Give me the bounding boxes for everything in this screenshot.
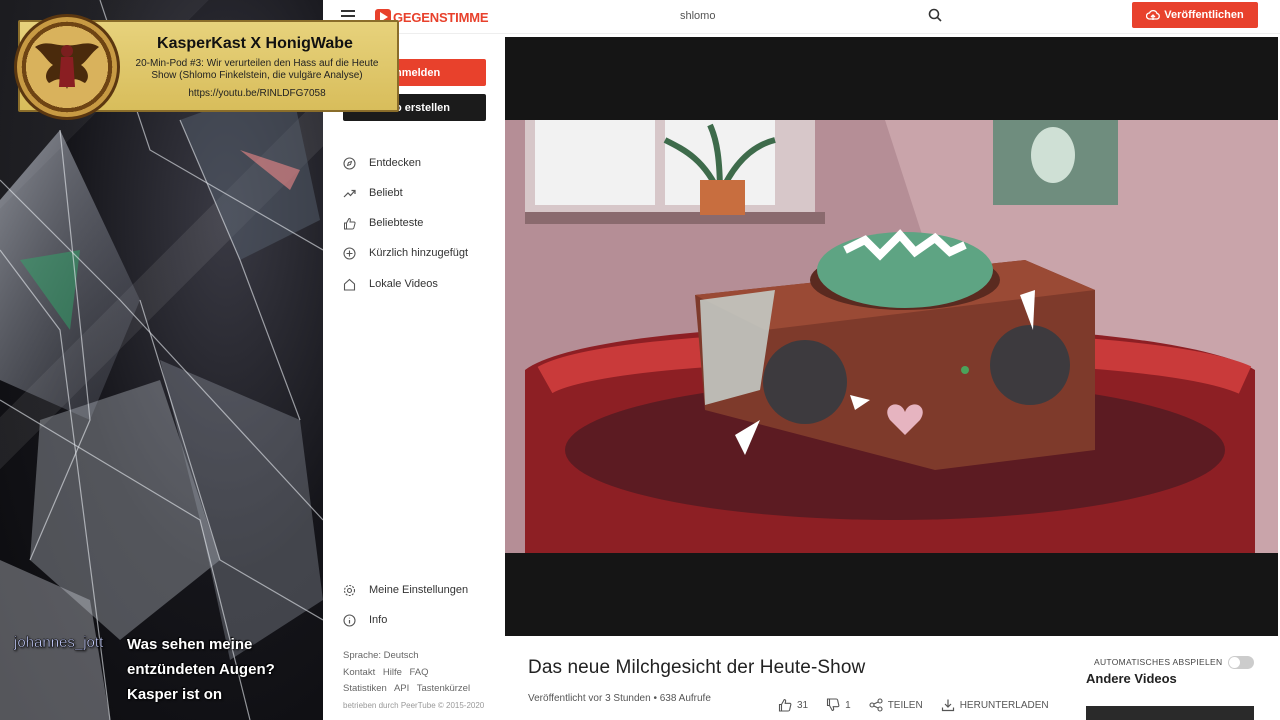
api-link[interactable]: API — [394, 683, 409, 694]
video-title: Das neue Milchgesicht der Heute-Show — [528, 657, 866, 678]
compass-icon — [343, 156, 356, 170]
sidebar-footer: Sprache: Deutsch Kontakt Hilfe FAQ Stati… — [343, 648, 484, 714]
share-button[interactable]: TEILEN — [869, 698, 923, 712]
chat-message: Was sehen meine entzündeten Augen? Kaspe… — [127, 636, 275, 703]
sidebar-item-local-videos[interactable]: Lokale Videos — [343, 275, 438, 293]
peertube-page: GEGENSTIMME Veröffentlichen nmelden o er… — [323, 0, 1280, 720]
sidebar-item-label: Lokale Videos — [369, 278, 438, 290]
search-input[interactable] — [668, 4, 948, 28]
share-icon — [869, 698, 883, 712]
thumbs-up-icon — [778, 698, 792, 712]
home-icon — [343, 278, 356, 291]
share-label: TEILEN — [887, 699, 923, 711]
download-icon — [941, 699, 954, 712]
plus-circle-icon — [343, 246, 356, 260]
powered-by-text: betrieben durch PeerTube © 2015-2020 — [343, 700, 485, 710]
sidebar-item-discover[interactable]: Entdecken — [343, 154, 421, 172]
dislike-button[interactable]: 1 — [826, 698, 851, 712]
sidebar-item-label: Info — [369, 614, 388, 626]
sidebar-item-trending[interactable]: Beliebt — [343, 184, 403, 202]
search-icon[interactable] — [928, 8, 942, 22]
faq-link[interactable]: FAQ — [410, 667, 429, 678]
recommended-video-thumbnail[interactable] — [1086, 706, 1254, 720]
eagle-emblem-icon — [35, 43, 99, 89]
video-meta: Veröffentlicht vor 3 Stunden • 638 Aufru… — [528, 693, 711, 704]
sidebar-item-label: Kürzlich hinzugefügt — [369, 247, 469, 259]
help-link[interactable]: Hilfe — [383, 667, 402, 678]
sidebar-item-label: Entdecken — [369, 157, 421, 169]
language-link[interactable]: Sprache: Deutsch — [343, 648, 484, 665]
eris-seal-logo — [14, 14, 120, 120]
cloud-upload-icon — [1146, 9, 1161, 20]
top-bar: GEGENSTIMME Veröffentlichen — [323, 0, 1280, 34]
info-icon — [343, 613, 356, 627]
thumbs-up-icon — [344, 217, 356, 229]
login-label: nmelden — [395, 66, 441, 79]
like-button[interactable]: 31 — [778, 698, 808, 712]
contact-link[interactable]: Kontakt — [343, 667, 375, 678]
sidebar-item-label: Beliebteste — [369, 217, 424, 229]
create-account-label: o erstellen — [395, 101, 451, 114]
autoplay-toggle[interactable] — [1228, 656, 1254, 669]
banner-url: https://youtu.be/RINLDFG7058 — [188, 88, 326, 99]
banner-title: KasperKast X HonigWabe — [157, 35, 353, 52]
sidebar: nmelden o erstellen Entdecken Beliebt Be… — [323, 34, 505, 720]
like-count: 31 — [797, 699, 809, 711]
trending-icon — [343, 189, 356, 197]
download-button[interactable]: HERUNTERLADEN — [941, 698, 1049, 712]
logo-text: GEGENSTIMME — [393, 9, 489, 25]
sidebar-item-most-liked[interactable]: Beliebteste — [343, 214, 423, 232]
download-label: HERUNTERLADEN — [959, 699, 1049, 711]
publish-button[interactable]: Veröffentlichen — [1132, 2, 1258, 28]
sidebar-item-label: Beliebt — [369, 187, 403, 199]
thumbs-down-icon — [827, 698, 840, 712]
autoplay-label: AUTOMATISCHES ABSPIELEN — [1094, 657, 1223, 667]
video-frame-image — [505, 120, 1278, 553]
sidebar-item-label: Meine Einstellungen — [369, 584, 469, 596]
publish-label: Veröffentlichen — [1164, 9, 1244, 21]
video-player[interactable] — [505, 37, 1278, 636]
video-actions: 31 1 TEILEN HERUNTERLADEN — [778, 698, 1049, 712]
settings-icon — [343, 584, 356, 596]
chat-username: johannes_jott — [14, 634, 104, 651]
shortcuts-link[interactable]: Tastenkürzel — [417, 683, 470, 694]
sidebar-item-info[interactable]: Info — [343, 611, 387, 629]
sidebar-item-recently-added[interactable]: Kürzlich hinzugefügt — [343, 244, 468, 262]
banner-subtitle: 20-Min-Pod #3: Wir verurteilen den Hass … — [135, 58, 379, 81]
sidebar-item-settings[interactable]: Meine Einstellungen — [343, 581, 468, 599]
stats-link[interactable]: Statistiken — [343, 683, 387, 694]
other-videos-heading: Andere Videos — [1086, 671, 1177, 686]
dislike-count: 1 — [845, 699, 851, 711]
